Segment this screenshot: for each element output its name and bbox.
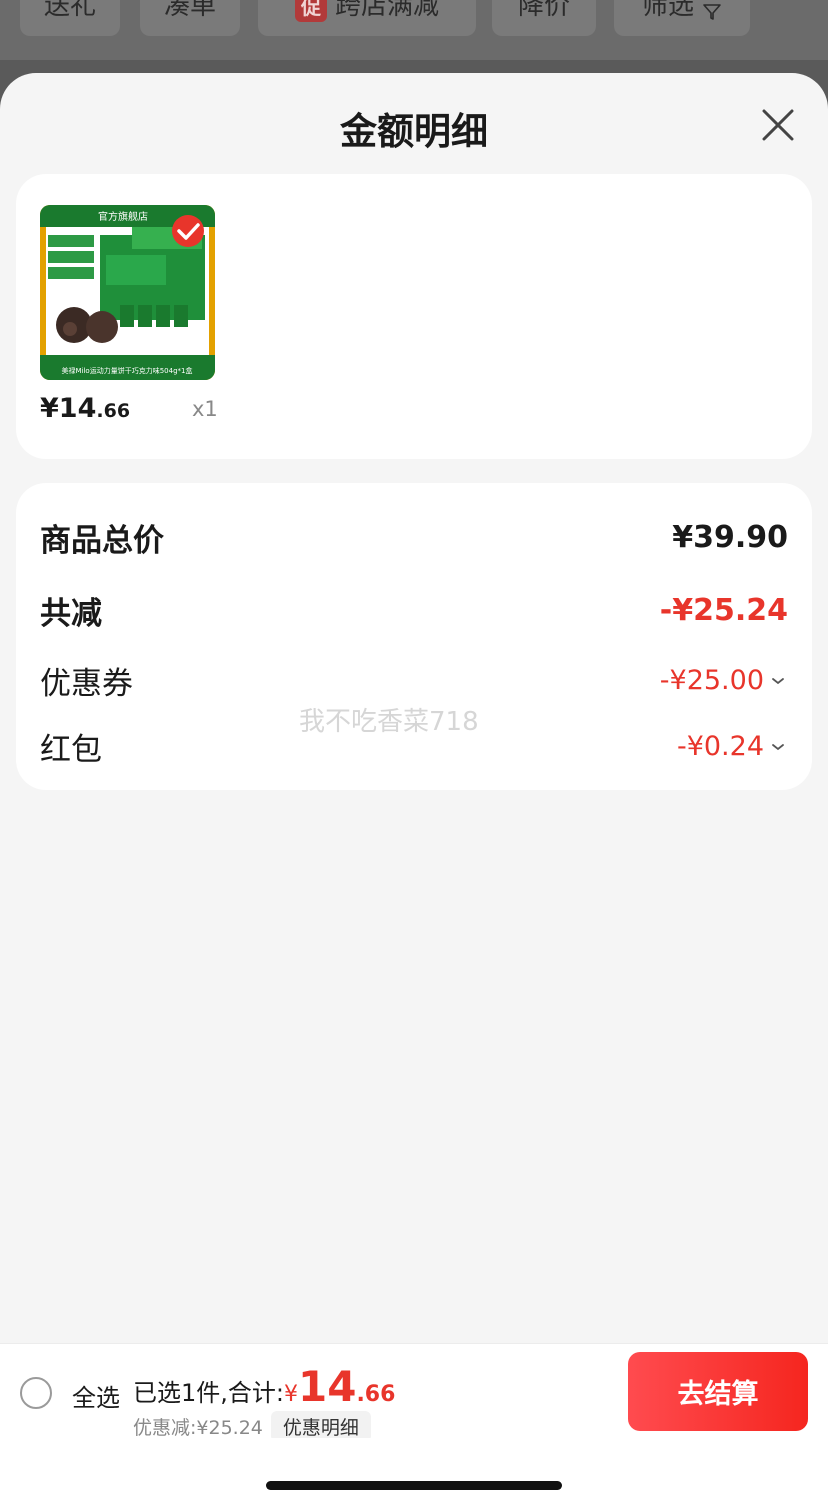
product-card: 官方旗舰店 美禄Milo运动力量饼干巧克力味504g*1盒 ¥14.66 x1: [16, 174, 812, 459]
product-image: 官方旗舰店 美禄Milo运动力量饼干巧克力味504g*1盒: [40, 205, 215, 380]
close-icon: [762, 109, 794, 141]
filter-chip-bundle[interactable]: 凑单: [140, 0, 240, 36]
select-all-label[interactable]: 全选: [72, 1378, 120, 1413]
home-indicator[interactable]: [266, 1481, 562, 1490]
saved-amount: 优惠减:¥25.24: [133, 1417, 263, 1439]
checkout-button[interactable]: 去结算: [628, 1352, 808, 1431]
total-discount-row: 共减 -¥25.24: [40, 588, 788, 633]
checkout-bar: 全选 已选1件,合计: ¥ 14 .66 优惠减:¥25.24 优惠明细 去结算: [0, 1343, 828, 1442]
store-label: 官方旗舰店: [98, 210, 148, 223]
total-price-row: 商品总价 ¥39.90: [40, 515, 788, 560]
amount-detail-sheet: 金额明细 官方旗舰店 美禄Milo运动力量饼干巧克力味504g*1盒 ¥14.6…: [0, 73, 828, 1507]
product-price: ¥14.66: [40, 393, 130, 424]
product-thumbnail[interactable]: 官方旗舰店 美禄Milo运动力量饼干巧克力味504g*1盒: [40, 205, 215, 380]
filter-chip-label: 凑单: [163, 0, 216, 21]
home-indicator-area: [0, 1438, 828, 1507]
product-name-caption: 美禄Milo运动力量饼干巧克力味504g*1盒: [62, 366, 193, 375]
total-prefix: 已选1件,合计:: [133, 1379, 284, 1407]
sheet-title: 金额明细: [340, 110, 488, 153]
filter-chip-label: 降价: [517, 0, 570, 21]
filter-chip-label: 送礼: [43, 0, 96, 21]
total-amount-dec: .66: [356, 1382, 396, 1407]
filter-chip-label: 筛选: [641, 0, 694, 21]
total-price-label: 商品总价: [40, 523, 164, 559]
red-packet-label: 红包: [40, 732, 102, 768]
coupon-label: 优惠券: [40, 666, 133, 702]
product-quantity: x1: [192, 397, 218, 421]
coupon-row[interactable]: 优惠券 -¥25.00: [40, 658, 788, 703]
red-packet-value: -¥0.24: [676, 731, 764, 762]
funnel-icon: [703, 4, 721, 20]
product-price-main: ¥14: [40, 393, 97, 424]
promo-tag: 促: [294, 0, 327, 22]
total-discount-label: 共减: [40, 596, 102, 632]
coupon-value: -¥25.00: [659, 665, 764, 696]
filter-chip-gift[interactable]: 送礼: [20, 0, 120, 36]
filter-chip-filter[interactable]: 筛选: [614, 0, 750, 36]
watermark: 我不吃香菜718: [299, 707, 479, 737]
close-button[interactable]: [756, 103, 800, 147]
total-currency: ¥: [283, 1382, 298, 1407]
filter-bar: 送礼 凑单 促 跨店满减 降价 筛选: [0, 0, 828, 60]
total-line: 已选1件,合计: ¥ 14 .66: [133, 1362, 395, 1411]
total-amount-int: 14: [297, 1362, 357, 1411]
total-discount-value: -¥25.24: [659, 593, 788, 628]
filter-chip-price-drop[interactable]: 降价: [492, 0, 596, 36]
filter-chip-cross-store[interactable]: 促 跨店满减: [258, 0, 476, 36]
price-summary-card: 商品总价 ¥39.90 共减 -¥25.24 优惠券 -¥25.00 红包 -¥…: [16, 483, 812, 790]
select-all-radio[interactable]: [20, 1377, 52, 1409]
chevron-down-icon: [772, 677, 784, 684]
total-price-value: ¥39.90: [672, 520, 788, 555]
chevron-down-icon: [772, 743, 784, 750]
filter-chip-label: 跨店满减: [334, 0, 439, 21]
product-price-cents: .66: [96, 400, 131, 422]
